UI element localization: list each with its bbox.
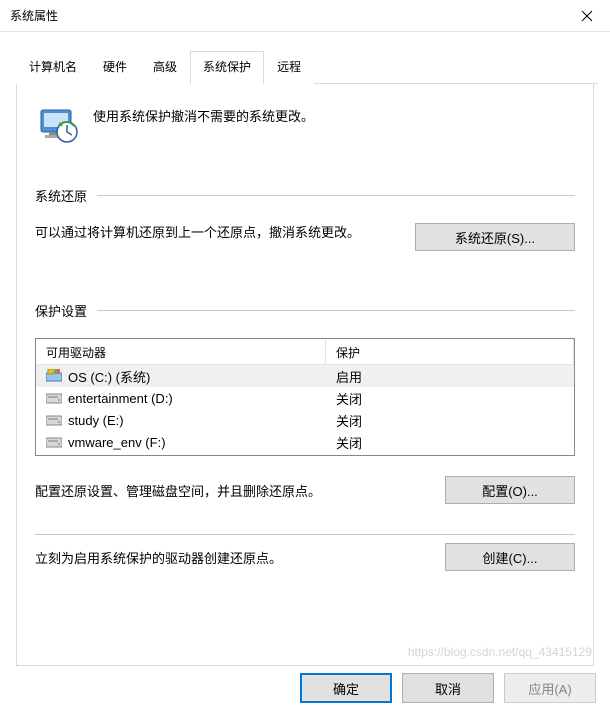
divider: [35, 534, 575, 535]
os-drive-icon: [46, 369, 62, 383]
drive-name: vmware_env (F:): [68, 435, 166, 450]
titlebar: 系统属性: [0, 0, 610, 32]
hdd-icon: [46, 435, 62, 449]
configure-row: 配置还原设置、管理磁盘空间，并且删除还原点。 配置(O)...: [35, 476, 575, 504]
apply-button: 应用(A): [504, 673, 596, 703]
tab-hardware[interactable]: 硬件: [90, 51, 140, 84]
restore-row: 可以通过将计算机还原到上一个还原点，撤消系统更改。 系统还原(S)...: [35, 223, 575, 251]
tab-system-protection[interactable]: 系统保护: [190, 51, 264, 84]
configure-description: 配置还原设置、管理磁盘空间，并且删除还原点。: [35, 481, 429, 500]
tab-computer-name[interactable]: 计算机名: [16, 51, 90, 84]
column-header-protection[interactable]: 保护: [326, 339, 574, 364]
drive-protection: 关闭: [326, 433, 574, 452]
tab-area: 计算机名 硬件 高级 系统保护 远程 使用系统保护撤消不需要的系统更改。: [0, 32, 610, 666]
drive-name: OS (C:) (系统): [68, 367, 150, 386]
ok-button[interactable]: 确定: [300, 673, 392, 703]
drive-protection: 启用: [326, 367, 574, 386]
create-button[interactable]: 创建(C)...: [445, 543, 575, 571]
drive-name: study (E:): [68, 413, 124, 428]
window-title: 系统属性: [10, 7, 58, 24]
drive-row[interactable]: OS (C:) (系统) 启用: [36, 365, 574, 387]
intro-row: 使用系统保护撤消不需要的系统更改。: [35, 102, 575, 146]
drive-row[interactable]: vmware_env (F:) 关闭: [36, 431, 574, 453]
highlight-annotation: [31, 577, 605, 589]
section-protection-header: 保护设置: [35, 301, 575, 320]
create-row: 立刻为启用系统保护的驱动器创建还原点。 创建(C)...: [35, 543, 575, 571]
tab-remote[interactable]: 远程: [264, 51, 314, 84]
hdd-icon: [46, 391, 62, 405]
close-icon: [581, 10, 593, 22]
drive-list: 可用驱动器 保护 OS (C:) (系统) 启用 enter: [35, 338, 575, 456]
dialog-footer: 确定 取消 应用(A): [300, 673, 596, 703]
system-protection-icon: [35, 102, 79, 146]
drive-protection: 关闭: [326, 411, 574, 430]
drive-rows[interactable]: OS (C:) (系统) 启用 entertainment (D:) 关闭: [36, 365, 574, 456]
divider: [97, 195, 575, 196]
divider: [97, 310, 575, 311]
tabstrip: 计算机名 硬件 高级 系统保护 远程: [16, 50, 598, 84]
drive-name: entertainment (D:): [68, 391, 173, 406]
system-restore-button[interactable]: 系统还原(S)...: [415, 223, 575, 251]
tab-panel-system-protection: 使用系统保护撤消不需要的系统更改。 系统还原 可以通过将计算机还原到上一个还原点…: [16, 84, 594, 666]
section-restore-title: 系统还原: [35, 186, 87, 205]
hdd-icon: [46, 413, 62, 427]
close-button[interactable]: [564, 0, 610, 32]
section-protection-title: 保护设置: [35, 301, 87, 320]
column-header-drive[interactable]: 可用驱动器: [36, 339, 326, 364]
drive-list-header: 可用驱动器 保护: [36, 339, 574, 365]
system-properties-window: 系统属性 计算机名 硬件 高级 系统保护 远程: [0, 0, 610, 711]
section-restore-header: 系统还原: [35, 186, 575, 205]
cancel-button[interactable]: 取消: [402, 673, 494, 703]
drive-row[interactable]: entertainment (D:) 关闭: [36, 387, 574, 409]
intro-text: 使用系统保护撤消不需要的系统更改。: [93, 102, 314, 125]
drive-row[interactable]: study (E:) 关闭: [36, 409, 574, 431]
tab-advanced[interactable]: 高级: [140, 51, 190, 84]
drive-protection: 关闭: [326, 389, 574, 408]
create-description: 立刻为启用系统保护的驱动器创建还原点。: [35, 548, 429, 567]
restore-description: 可以通过将计算机还原到上一个还原点，撤消系统更改。: [35, 223, 399, 244]
watermark: https://blog.csdn.net/qq_43415129: [408, 645, 592, 659]
configure-button[interactable]: 配置(O)...: [445, 476, 575, 504]
